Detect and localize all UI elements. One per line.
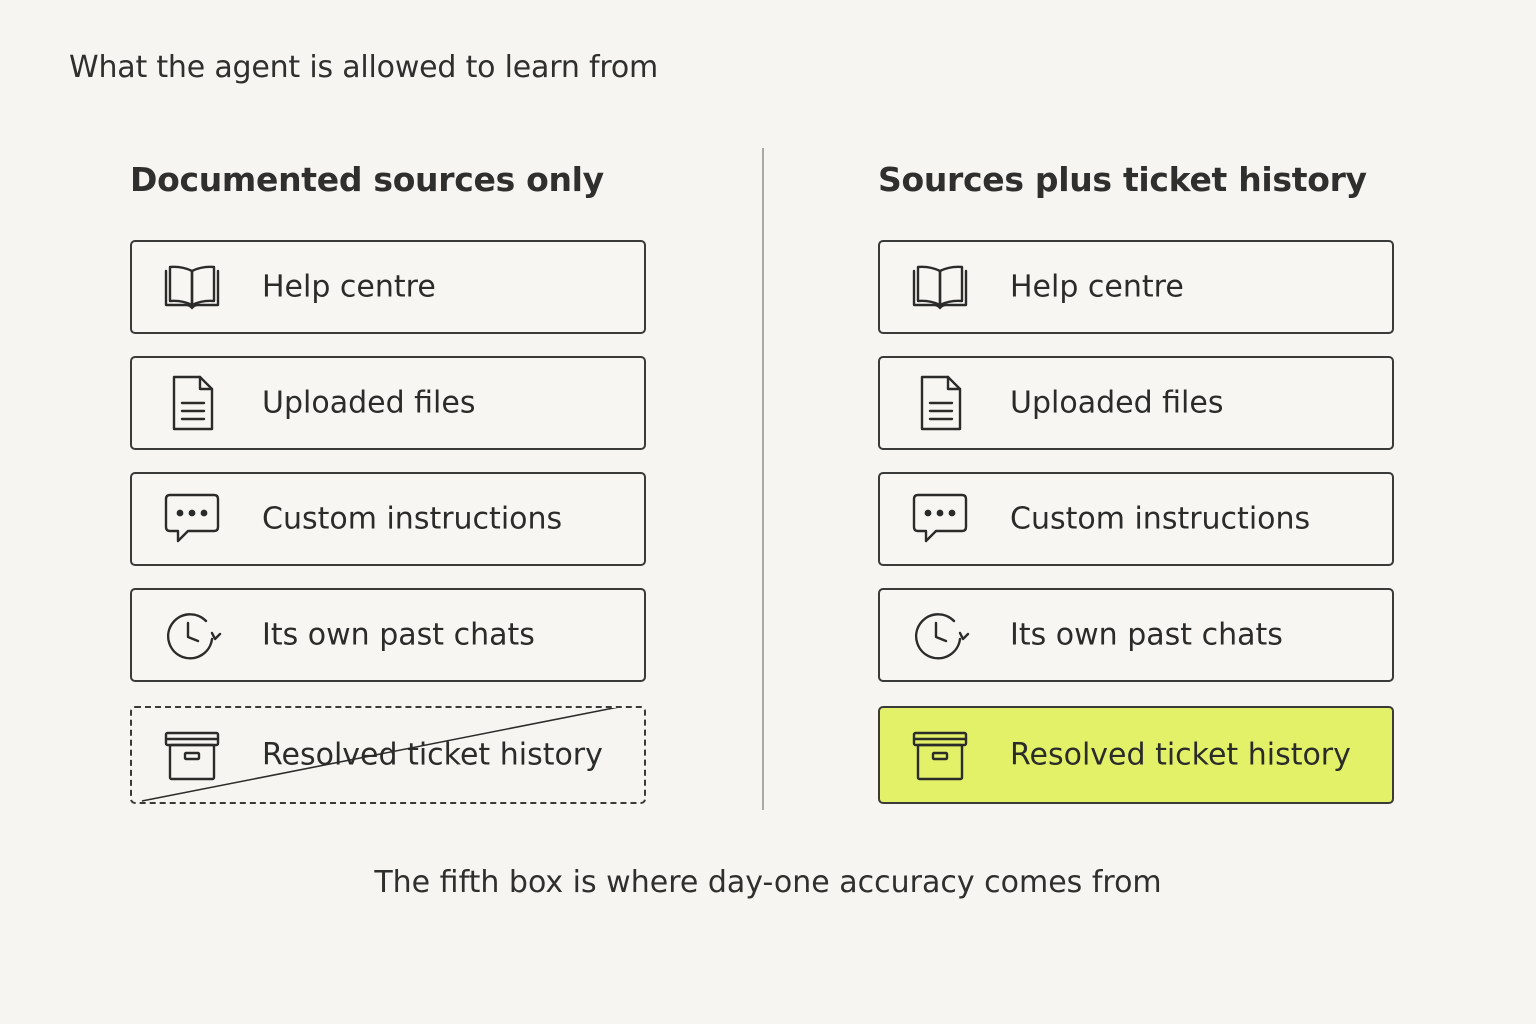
source-label: Custom instructions	[1010, 501, 1311, 537]
source-box-help-centre: Help centre	[130, 240, 646, 334]
history-clock-icon	[908, 603, 972, 667]
source-label: Resolved ticket history	[262, 737, 603, 773]
source-label: Resolved ticket history	[1010, 737, 1351, 773]
source-label: Its own past chats	[1010, 617, 1283, 653]
source-box-past-chats: Its own past chats	[130, 588, 646, 682]
source-box-resolved-ticket-history-excluded: Resolved ticket history	[130, 706, 646, 804]
source-box-custom-instructions: Custom instructions	[130, 472, 646, 566]
source-label: Help centre	[1010, 269, 1184, 305]
source-label: Its own past chats	[262, 617, 535, 653]
page-title: What the agent is allowed to learn from	[69, 50, 659, 85]
column-divider	[762, 148, 764, 810]
document-icon	[908, 371, 972, 435]
source-label: Uploaded files	[262, 385, 476, 421]
source-box-resolved-ticket-history-highlighted: Resolved ticket history	[878, 706, 1394, 804]
book-icon	[908, 255, 972, 319]
source-box-custom-instructions: Custom instructions	[878, 472, 1394, 566]
archive-box-icon	[160, 723, 224, 787]
source-box-uploaded-files: Uploaded files	[878, 356, 1394, 450]
source-label: Uploaded files	[1010, 385, 1224, 421]
book-icon	[160, 255, 224, 319]
chat-bubble-icon	[160, 487, 224, 551]
source-box-uploaded-files: Uploaded files	[130, 356, 646, 450]
source-box-help-centre: Help centre	[878, 240, 1394, 334]
column-heading: Documented sources only	[130, 160, 604, 199]
chat-bubble-icon	[908, 487, 972, 551]
archive-box-icon	[908, 723, 972, 787]
history-clock-icon	[160, 603, 224, 667]
footer-caption: The fifth box is where day-one accuracy …	[374, 865, 1162, 900]
source-label: Help centre	[262, 269, 436, 305]
column-heading: Sources plus ticket history	[878, 160, 1367, 199]
source-label: Custom instructions	[262, 501, 563, 537]
source-box-past-chats: Its own past chats	[878, 588, 1394, 682]
document-icon	[160, 371, 224, 435]
